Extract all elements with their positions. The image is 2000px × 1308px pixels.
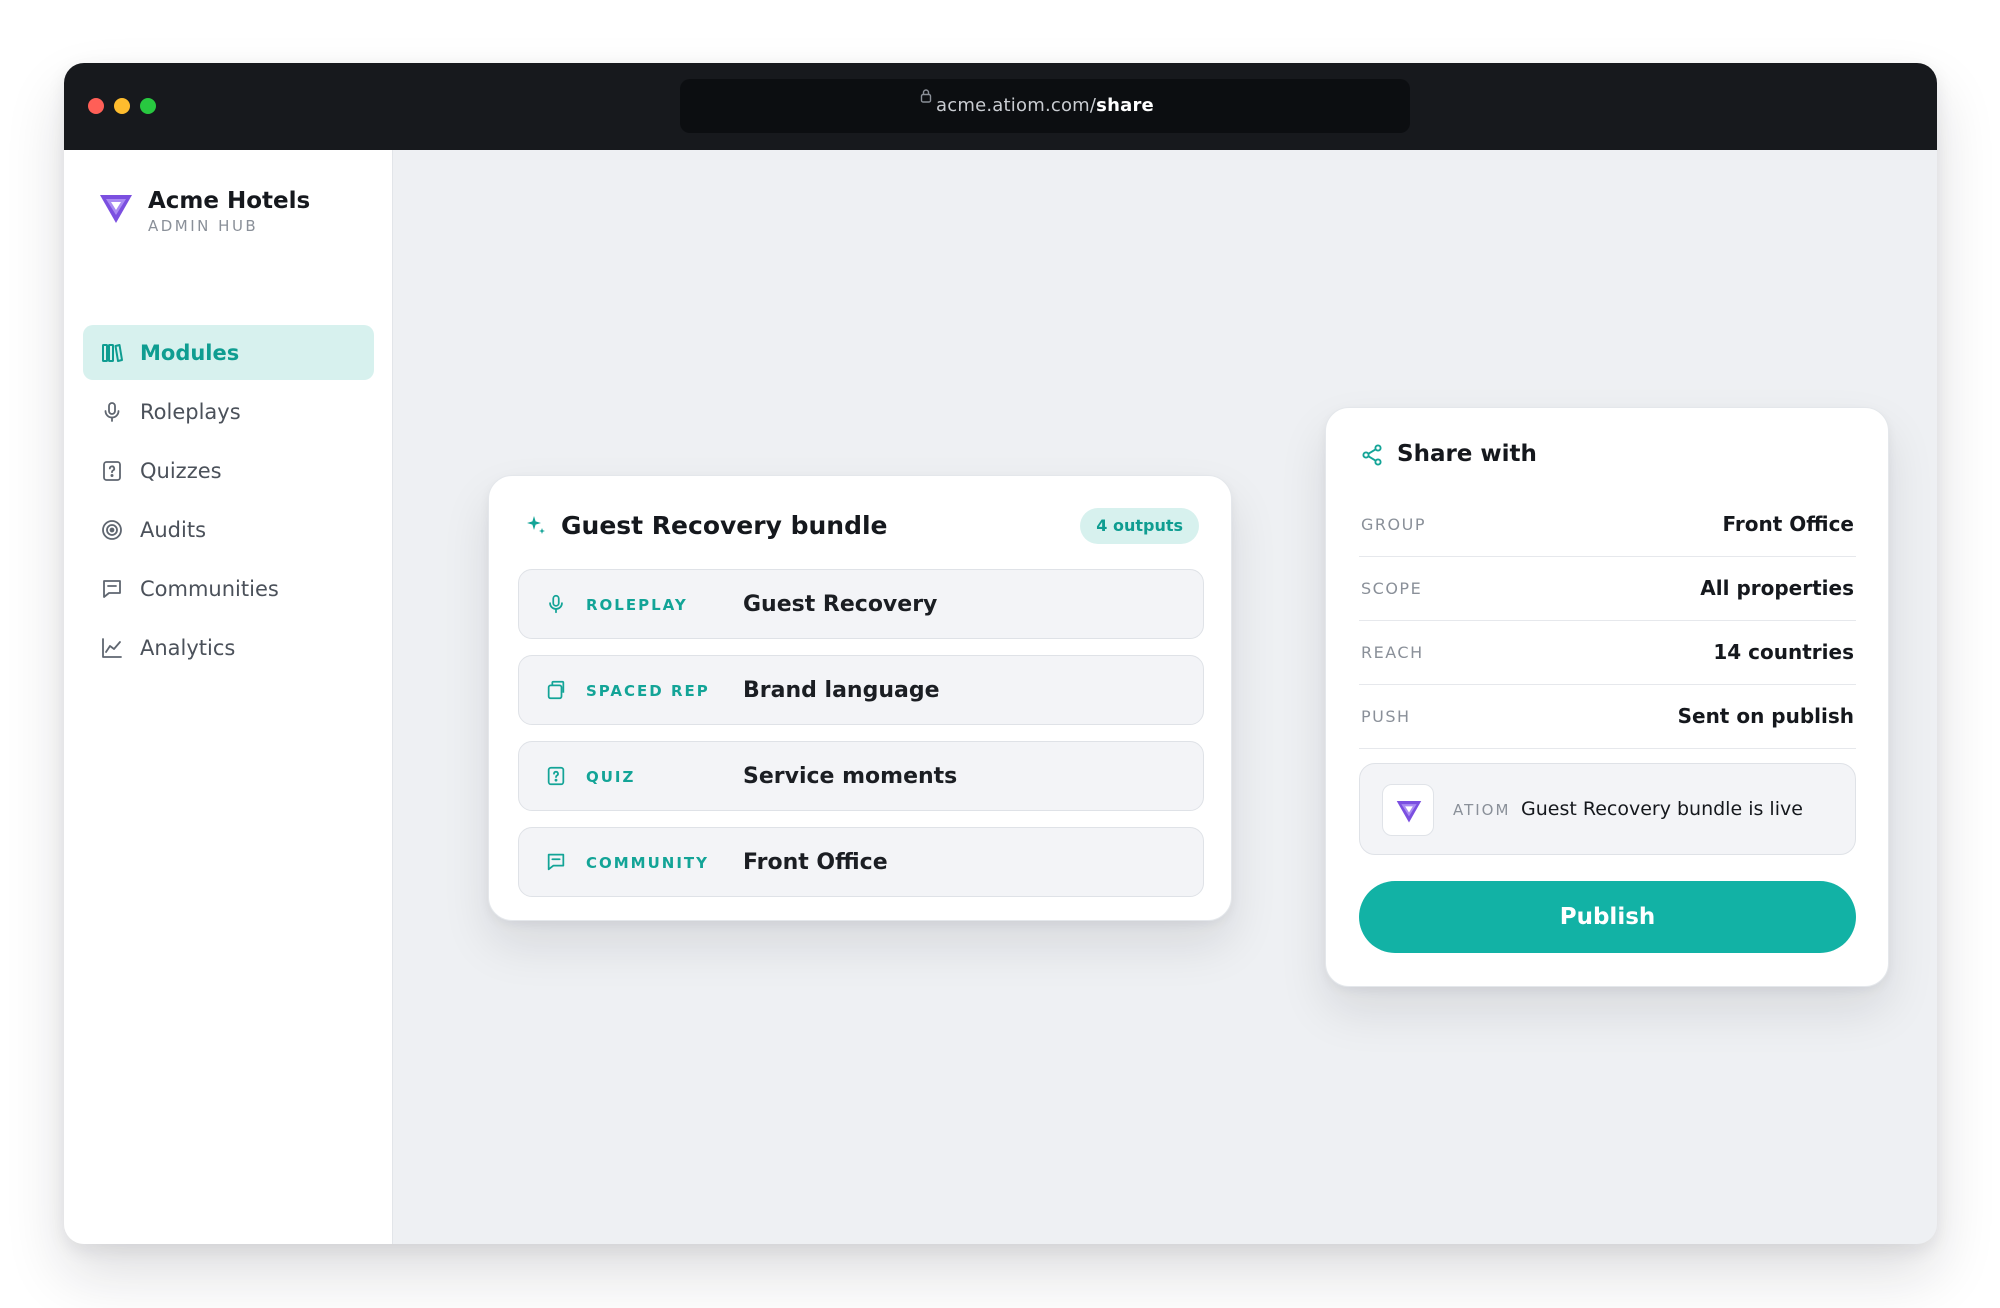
address-bar[interactable]: acme.atiom.com/share <box>680 79 1410 133</box>
sidebar-item-modules[interactable]: Modules <box>83 325 374 380</box>
sidebar-item-quizzes[interactable]: Quizzes <box>83 443 374 498</box>
maximize-window-button[interactable] <box>140 98 156 114</box>
output-row-community[interactable]: COMMUNITY Front Office <box>518 827 1204 897</box>
browser-window: acme.atiom.com/share Acme Hotels ADMIN H… <box>64 63 1937 1244</box>
share-row-value: Sent on publish <box>1677 704 1854 728</box>
sidebar-item-roleplays[interactable]: Roleplays <box>83 384 374 439</box>
url-path: share <box>1096 95 1154 116</box>
library-icon <box>102 343 123 362</box>
minimize-window-button[interactable] <box>114 98 130 114</box>
share-row-key: SCOPE <box>1361 579 1423 598</box>
share-row-key: REACH <box>1361 643 1424 662</box>
target-icon <box>102 519 122 540</box>
sidebar-item-analytics[interactable]: Analytics <box>83 620 374 675</box>
sidebar: Acme Hotels ADMIN HUB Modules Roleplays … <box>64 150 393 1244</box>
sidebar-item-label: Audits <box>140 517 207 542</box>
close-window-button[interactable] <box>88 98 104 114</box>
share-icon <box>1362 444 1382 466</box>
share-row-reach[interactable]: REACH 14 countries <box>1359 621 1856 685</box>
url-text: acme.atiom.com/share <box>680 95 1410 116</box>
url-host: acme.atiom.com/ <box>936 95 1097 116</box>
sidebar-item-audits[interactable]: Audits <box>83 502 374 557</box>
notification-app-name: ATIOM <box>1453 801 1511 819</box>
share-row-push[interactable]: PUSH Sent on publish <box>1359 685 1856 749</box>
output-kind: QUIZ <box>586 768 636 786</box>
sidebar-item-communities[interactable]: Communities <box>83 561 374 616</box>
quiz-icon <box>103 460 121 481</box>
microphone-icon <box>104 401 120 422</box>
sidebar-item-label: Quizzes <box>140 458 222 483</box>
microphone-icon <box>549 594 563 614</box>
output-kind: ROLEPLAY <box>586 596 688 614</box>
output-row-roleplay[interactable]: ROLEPLAY Guest Recovery <box>518 569 1204 639</box>
notification-message: Guest Recovery bundle is live <box>1521 798 1803 820</box>
app-logo <box>1382 784 1434 836</box>
notification-preview: ATIOM Guest Recovery bundle is live <box>1359 763 1856 855</box>
share-row-group[interactable]: GROUP Front Office <box>1359 493 1856 557</box>
output-title: Guest Recovery <box>743 592 938 617</box>
browser-titlebar: acme.atiom.com/share <box>64 63 1937 150</box>
outputs-count-badge: 4 outputs <box>1080 508 1199 544</box>
output-kind: COMMUNITY <box>586 854 710 872</box>
quiz-icon <box>547 766 565 786</box>
share-row-value: All properties <box>1700 576 1854 600</box>
chat-icon <box>103 579 121 598</box>
output-title: Service moments <box>743 764 958 789</box>
brand-logo-icon <box>100 195 132 223</box>
brand-subtitle: ADMIN HUB <box>148 217 259 235</box>
sidebar-item-label: Communities <box>140 576 279 601</box>
share-card: Share with GROUP Front Office SCOPE All … <box>1325 407 1889 987</box>
share-title: Share with <box>1397 441 1537 467</box>
sidebar-item-label: Analytics <box>140 635 236 660</box>
atiom-logo-icon <box>1396 801 1422 823</box>
sidebar-item-label: Roleplays <box>140 399 241 424</box>
share-row-value: Front Office <box>1722 512 1854 536</box>
output-kind: SPACED REP <box>586 682 710 700</box>
share-row-key: PUSH <box>1361 707 1411 726</box>
bundle-title: Guest Recovery bundle <box>561 511 888 540</box>
sidebar-item-label: Modules <box>140 340 240 365</box>
bundle-card: Guest Recovery bundle 4 outputs ROLEPLAY… <box>488 475 1232 921</box>
share-row-scope[interactable]: SCOPE All properties <box>1359 557 1856 621</box>
brand-name: Acme Hotels <box>148 188 311 214</box>
output-row-spaced-rep[interactable]: SPACED REP Brand language <box>518 655 1204 725</box>
sparkle-icon <box>527 516 545 534</box>
share-row-value: 14 countries <box>1713 640 1854 664</box>
share-row-key: GROUP <box>1361 515 1426 534</box>
publish-button[interactable]: Publish <box>1359 881 1856 953</box>
chart-icon <box>102 637 122 658</box>
output-row-quiz[interactable]: QUIZ Service moments <box>518 741 1204 811</box>
cards-icon <box>547 680 565 700</box>
output-title: Front Office <box>743 850 888 875</box>
output-title: Brand language <box>743 678 940 703</box>
chat-icon <box>547 853 565 871</box>
